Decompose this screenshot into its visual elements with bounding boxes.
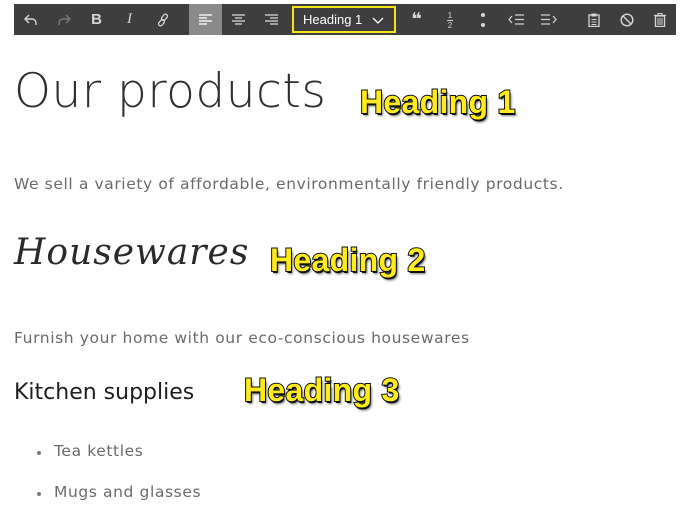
- callout-heading-3: Heading 3: [243, 371, 400, 409]
- housewares-paragraph[interactable]: Furnish your home with our eco-conscious…: [14, 329, 470, 347]
- heading-2[interactable]: Housewares: [14, 232, 249, 273]
- callout-heading-1: Heading 1: [359, 83, 516, 121]
- heading-3[interactable]: Kitchen supplies: [14, 380, 194, 405]
- list-item[interactable]: Mugs and glasses: [34, 483, 201, 520]
- callout-heading-2: Heading 2: [269, 241, 426, 279]
- product-list: Tea kettles Mugs and glasses: [34, 442, 201, 520]
- heading-1[interactable]: Our products: [14, 64, 326, 119]
- list-item[interactable]: Tea kettles: [34, 442, 201, 483]
- document-body[interactable]: Our products We sell a variety of afford…: [0, 0, 683, 520]
- intro-paragraph[interactable]: We sell a variety of affordable, environ…: [14, 175, 564, 193]
